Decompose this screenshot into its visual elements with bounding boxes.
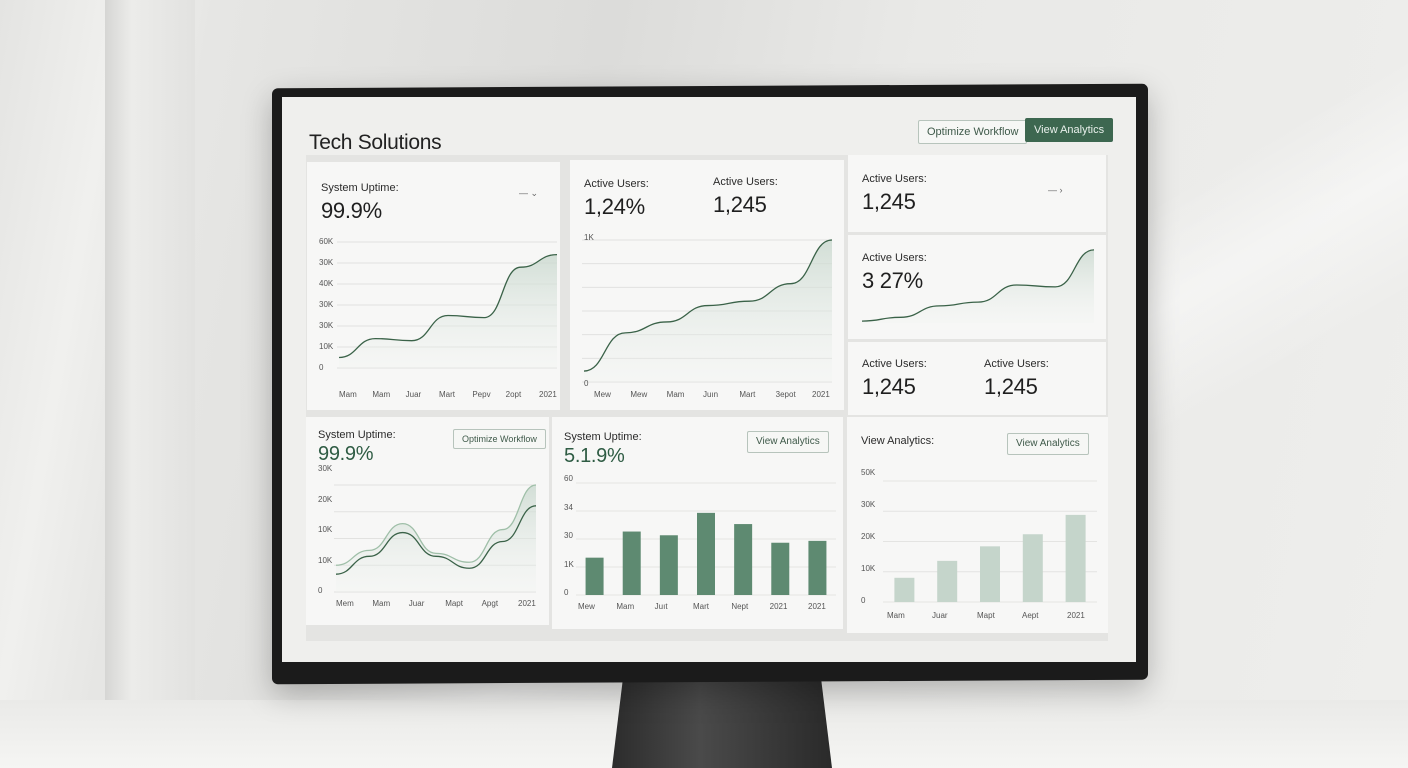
bar: [659, 535, 678, 595]
series-area: [339, 254, 557, 368]
active-users-label-c: Active Users:: [862, 358, 927, 370]
uptime-chart-card: System Uptime: 99.9% — ⌄ 60K 30K 40K 30K 30K…: [307, 162, 560, 410]
x-tick-label: Mam: [616, 602, 635, 611]
x-tick-label: Nept: [731, 602, 749, 611]
x-tick-label: Mam: [372, 390, 391, 399]
y-tick-label: 40K: [319, 279, 334, 288]
y-tick-label: 0: [319, 363, 324, 372]
y-tick-label: 30K: [319, 300, 334, 309]
y-tick-label: 0: [861, 596, 866, 605]
optimize-workflow-button[interactable]: Optimize Workflow: [918, 120, 1028, 144]
x-tick-label: 2021: [518, 599, 536, 608]
uptime-dual-line-chart: [334, 484, 537, 593]
y-tick-label: 60: [564, 474, 573, 483]
bar: [894, 577, 915, 602]
y-tick-label: 20K: [861, 532, 876, 541]
y-tick-label: 1K: [584, 233, 594, 242]
active-users-value-c: 1,245: [862, 374, 916, 399]
x-tick-label: 2021: [539, 390, 557, 399]
x-tick-label: Mew: [630, 390, 648, 399]
x-tick-label: 2021: [808, 602, 826, 611]
active-users-label-d: Active Users:: [984, 358, 1049, 370]
x-tick-label: Mart: [739, 390, 756, 399]
y-tick-label: 20K: [318, 494, 333, 504]
y-tick-label: 10K: [319, 342, 334, 351]
x-tick-label: Juın: [703, 390, 719, 399]
expand-control[interactable]: — ›: [1048, 185, 1063, 195]
x-tick-label: Mapt: [977, 611, 995, 620]
x-tick-label: Aept: [1022, 611, 1039, 620]
x-tick-label: Mew: [594, 390, 611, 399]
x-tick-label: Mapt: [445, 599, 463, 608]
x-tick-label: Mart: [439, 390, 455, 399]
x-tick-label: Juar: [405, 390, 422, 399]
x-tick-label: Juar: [408, 599, 425, 608]
y-tick-label: 1K: [564, 559, 574, 569]
x-tick-label: 2021: [812, 390, 830, 399]
active-users-value: 1,245: [862, 189, 916, 214]
y-tick-label: 30: [564, 531, 573, 540]
x-tick-label: 2opt: [505, 390, 522, 399]
bar: [1065, 514, 1086, 602]
x-tick-label: Mew: [578, 602, 595, 611]
uptime-bar-chart: [576, 482, 836, 596]
analytics-bar-chart: [883, 480, 1097, 603]
wall-pillar: [105, 0, 195, 720]
y-tick-label: 34: [564, 502, 573, 512]
active-users-value-d: 1,245: [984, 374, 1038, 399]
y-tick-label: 10K: [318, 525, 333, 534]
x-tick-label: Apgt: [481, 599, 499, 608]
dashboard-screen: Tech Solutions Optimize Workflow View An…: [282, 97, 1136, 662]
card-grid: System Uptime: 99.9% — ⌄ 60K 30K 40K 30K 30K…: [306, 155, 1108, 641]
x-tick-label: Juıt: [654, 602, 668, 611]
x-tick-label: Mam: [887, 611, 905, 620]
y-tick-label: 10K: [861, 564, 876, 573]
y-tick-label: 30K: [319, 258, 334, 267]
bar: [622, 531, 641, 595]
bar: [1022, 534, 1043, 602]
view-analytics-button[interactable]: View Analytics: [1025, 118, 1114, 142]
active-users-trend-card: Active Users: 3 27%: [848, 235, 1106, 339]
y-tick-label: 50K: [861, 468, 876, 477]
uptime-trend-card: System Uptime: 99.9% Optimize Workflow 3…: [306, 417, 549, 625]
bar: [697, 512, 715, 595]
uptime-line-chart: [337, 241, 558, 369]
y-tick-label: 0: [318, 586, 323, 595]
active-users-line-chart: [582, 239, 833, 383]
y-tick-label: 60K: [319, 237, 334, 246]
x-tick-label: Mart: [693, 602, 709, 611]
bar: [585, 557, 604, 595]
x-tick-label: Pepv: [472, 390, 491, 399]
x-tick-label: Mam: [339, 390, 357, 399]
y-tick-label: 30K: [861, 500, 876, 509]
x-tick-label: Mam: [372, 599, 391, 608]
bar: [937, 560, 958, 602]
bar: [771, 542, 790, 595]
x-tick-label: 2021: [769, 602, 788, 611]
y-tick-label: 10K: [318, 555, 333, 565]
active-users-pair-card: Active Users: 1,245 Active Users: 1,245: [848, 342, 1106, 415]
y-tick-label: 0: [584, 379, 589, 388]
active-users-sparkline: [861, 249, 1095, 323]
page-title: Tech Solutions: [309, 131, 442, 154]
uptime-bars-card: System Uptime: 5.1.9% View Analytics 60 3…: [552, 417, 843, 629]
bar: [980, 546, 1000, 602]
x-tick-label: Mem: [336, 599, 354, 608]
x-tick-label: 3epot: [775, 390, 796, 399]
x-tick-label: Juar: [932, 611, 948, 620]
x-tick-label: 2021: [1067, 611, 1085, 620]
bar: [734, 524, 753, 595]
x-tick-label: Mam: [666, 390, 685, 399]
active-users-label: Active Users:: [862, 173, 927, 185]
active-users-summary-card: Active Users: 1,245 — ›: [848, 155, 1106, 232]
y-tick-label: 0: [564, 588, 569, 597]
analytics-bars-card: View Analytics: View Analytics 50K 30K 20K…: [847, 417, 1108, 633]
bar: [808, 540, 827, 595]
y-tick-label: 30K: [319, 321, 334, 330]
y-tick-label: 30K: [318, 464, 333, 473]
active-users-chart-card: Active Users: 1,24% Active Users: 1,245 …: [570, 160, 844, 410]
